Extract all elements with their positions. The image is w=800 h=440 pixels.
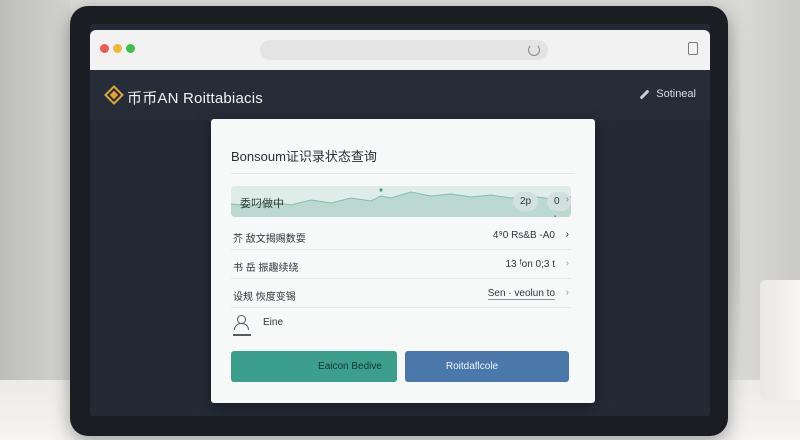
row-label: 设规 恢度变锡: [233, 292, 296, 303]
app-title: 币币AN Roittabiacis: [127, 90, 263, 107]
user-label: Sotineal: [656, 88, 696, 100]
person-icon: [233, 315, 249, 330]
row-label: 芥 敌文揭赐数耍: [233, 234, 306, 245]
row-label: 书 岳 振趣续绕: [233, 263, 299, 274]
chevron-right-icon: ›: [565, 194, 569, 205]
laptop-screen: 币币AN Roittabiacis Sotineal Bonsoum证识录状态查…: [90, 24, 710, 416]
sparkline-badge: 2p: [513, 192, 539, 211]
minimize-window-button[interactable]: [113, 44, 122, 53]
row-value: 13 ᶠon 0;3 t: [505, 259, 555, 270]
primary-action-button[interactable]: Eaicon Bedive: [231, 351, 397, 382]
sparkline-label: 委叼做中: [240, 198, 284, 210]
address-bar[interactable]: [260, 40, 548, 60]
reload-icon[interactable]: [528, 44, 540, 56]
background-mug: [760, 280, 800, 400]
chevron-right-icon: ›: [565, 287, 569, 298]
secondary-action-button[interactable]: Roitdaflcole: [405, 351, 569, 382]
list-item[interactable]: 设规 恢度变锡 Sen · veolun to ›: [231, 279, 571, 308]
pencil-icon: [639, 89, 650, 99]
user-selector[interactable]: Eine: [231, 313, 571, 337]
divider: [231, 173, 575, 174]
status-query-dialog: Bonsoum证识录状态查询 委叼做中 2p 0 k › 芥 敌文揭赐数耍 4⁹…: [211, 119, 595, 403]
chevron-right-icon: ›: [565, 229, 569, 240]
user-name: Eine: [263, 317, 284, 328]
share-icon[interactable]: [688, 42, 698, 55]
close-window-button[interactable]: [100, 44, 109, 53]
dialog-title: Bonsoum证识录状态查询: [231, 149, 377, 164]
background-wall-left: [0, 0, 70, 440]
activity-sparkline[interactable]: 委叼做中 2p 0 k ›: [231, 186, 571, 217]
browser-toolbar: [90, 30, 710, 70]
list-item[interactable]: 芥 敌文揭赐数耍 4⁹0 Rs&B -A0 ›: [231, 221, 571, 250]
laptop-bezel: 币币AN Roittabiacis Sotineal Bonsoum证识录状态查…: [70, 6, 728, 436]
row-value: Sen · veolun to: [487, 288, 555, 300]
row-value: 4⁹0 Rs&B -A0: [492, 230, 555, 241]
chevron-right-icon: ›: [565, 258, 569, 269]
maximize-window-button[interactable]: [126, 44, 135, 53]
active-underline: [233, 334, 251, 336]
user-menu[interactable]: Sotineal: [639, 88, 696, 100]
app-header: 币币AN Roittabiacis Sotineal: [90, 70, 710, 120]
list-item[interactable]: 书 岳 振趣续绕 13 ᶠon 0;3 t ›: [231, 250, 571, 279]
logo-icon: [104, 85, 124, 105]
